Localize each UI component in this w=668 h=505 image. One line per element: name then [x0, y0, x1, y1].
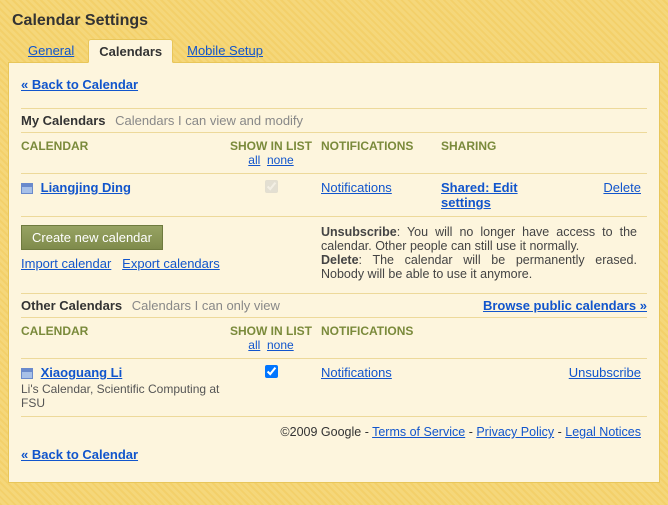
back-to-calendar-link-bottom[interactable]: « Back to Calendar: [21, 447, 138, 462]
col-calendar: CALENDAR: [21, 139, 221, 167]
footer: ©2009 Google - Terms of Service - Privac…: [21, 416, 647, 443]
actions-row: Create new calendar Import calendar Expo…: [21, 216, 647, 285]
other-calendars-title: Other Calendars: [21, 298, 122, 313]
tab-general[interactable]: General: [18, 39, 84, 63]
other-calendar-row: Xiaoguang Li Li's Calendar, Scientific C…: [21, 358, 647, 416]
calendar-icon: [21, 368, 33, 379]
other-calendar-description: Li's Calendar, Scientific Computing at F…: [21, 382, 221, 410]
my-calendars-title: My Calendars: [21, 113, 106, 128]
browse-public-calendars-link[interactable]: Browse public calendars »: [483, 298, 647, 313]
settings-panel: « Back to Calendar My Calendars Calendar…: [8, 63, 660, 483]
my-calendars-columns: CALENDAR SHOW IN LIST all none NOTIFICAT…: [21, 133, 647, 173]
my-calendars-subtitle: Calendars I can view and modify: [115, 113, 303, 128]
sharing-link[interactable]: Shared: Edit settings: [441, 180, 518, 210]
show-all-link[interactable]: all: [248, 153, 260, 167]
my-calendar-row: Liangjing Ding Notifications Shared: Edi…: [21, 173, 647, 216]
import-calendar-link[interactable]: Import calendar: [21, 256, 111, 271]
privacy-policy-link[interactable]: Privacy Policy: [476, 425, 554, 439]
create-new-calendar-button[interactable]: Create new calendar: [21, 225, 163, 250]
notifications-link-other[interactable]: Notifications: [321, 365, 392, 380]
tab-calendars[interactable]: Calendars: [88, 39, 173, 63]
delete-text: : The calendar will be permanently erase…: [321, 253, 637, 281]
calendar-name-link[interactable]: Liangjing Ding: [41, 180, 131, 195]
col-show-in-list-other: SHOW IN LIST all none: [221, 324, 321, 352]
col-calendar-other: CALENDAR: [21, 324, 221, 352]
show-in-list-checkbox[interactable]: [265, 180, 278, 193]
show-all-link-other[interactable]: all: [248, 338, 260, 352]
col-notifications-other: NOTIFICATIONS: [321, 324, 441, 352]
tabs: General Calendars Mobile Setup: [8, 38, 660, 63]
show-header-text: SHOW IN LIST: [230, 139, 312, 153]
notifications-link[interactable]: Notifications: [321, 180, 392, 195]
unsubscribe-label: Unsubscribe: [321, 225, 397, 239]
unsubscribe-link[interactable]: Unsubscribe: [569, 365, 641, 380]
back-to-calendar-link[interactable]: « Back to Calendar: [21, 77, 138, 92]
page-title: Calendar Settings: [12, 12, 660, 30]
copyright-text: ©2009 Google -: [280, 425, 372, 439]
show-in-list-checkbox-other[interactable]: [265, 365, 278, 378]
show-none-link-other[interactable]: none: [267, 338, 294, 352]
other-calendar-name-link[interactable]: Xiaoguang Li: [41, 365, 123, 380]
col-show-in-list: SHOW IN LIST all none: [221, 139, 321, 167]
terms-of-service-link[interactable]: Terms of Service: [372, 425, 465, 439]
help-text: Unsubscribe: You will no longer have acc…: [321, 225, 647, 281]
calendar-icon: [21, 183, 33, 194]
delete-label: Delete: [321, 253, 359, 267]
other-calendars-columns: CALENDAR SHOW IN LIST all none NOTIFICAT…: [21, 318, 647, 358]
col-sharing: SHARING: [441, 139, 561, 167]
my-calendars-header: My Calendars Calendars I can view and mo…: [21, 108, 647, 133]
show-none-link[interactable]: none: [267, 153, 294, 167]
show-header-text-other: SHOW IN LIST: [230, 324, 312, 338]
tab-mobile-setup[interactable]: Mobile Setup: [177, 39, 273, 63]
other-calendars-subtitle: Calendars I can only view: [132, 298, 280, 313]
delete-link[interactable]: Delete: [603, 180, 641, 195]
other-calendars-header: Other Calendars Calendars I can only vie…: [21, 293, 647, 318]
export-calendars-link[interactable]: Export calendars: [122, 256, 220, 271]
legal-notices-link[interactable]: Legal Notices: [565, 425, 641, 439]
col-notifications: NOTIFICATIONS: [321, 139, 441, 167]
